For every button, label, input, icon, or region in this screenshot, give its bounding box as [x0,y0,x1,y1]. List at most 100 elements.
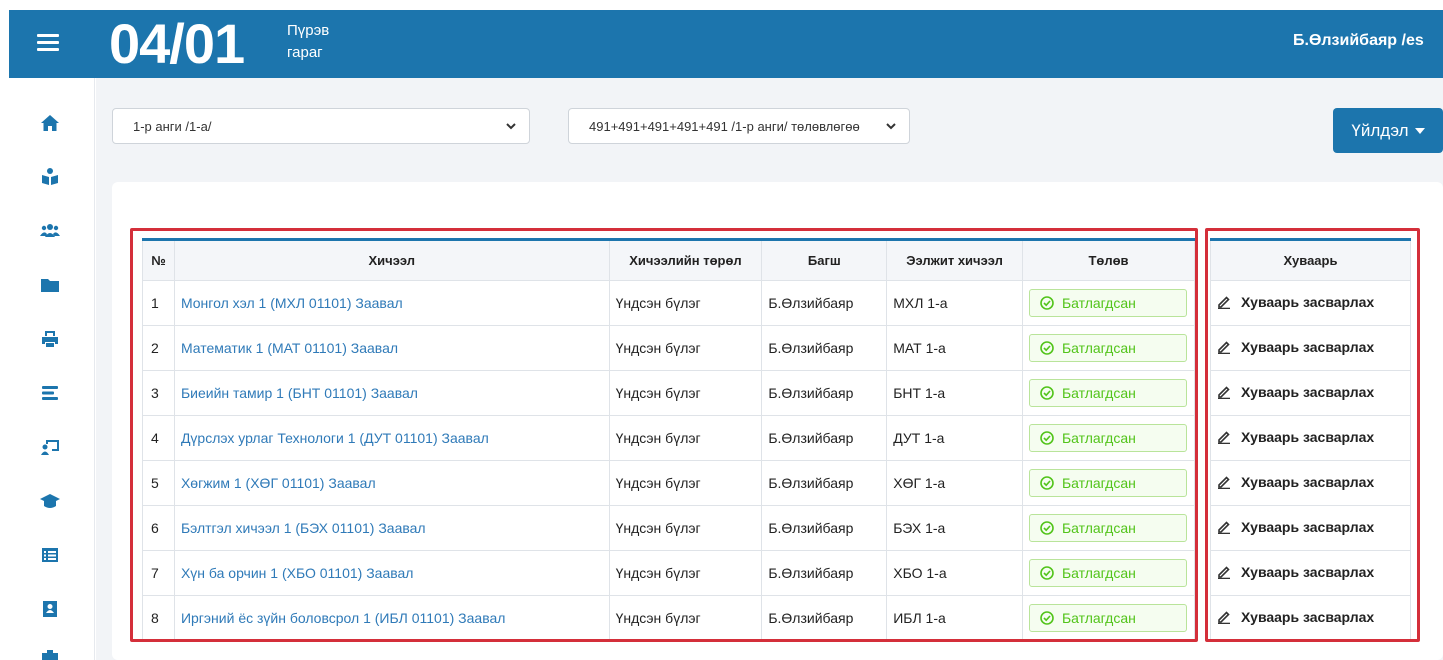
teacher-name: Б.Өлзийбаяр [761,415,888,461]
edit-schedule-cell: Хуваарь засварлах [1210,370,1411,416]
teacher-icon[interactable] [39,166,61,188]
user-name[interactable]: Б.Өлзийбаяр /es [1293,32,1443,50]
alt-lesson: ДУТ 1-а [886,415,1023,461]
edit-schedule-link[interactable]: Хуваарь засварлах [1217,519,1374,535]
actions-dropdown-button[interactable]: Үйлдэл [1333,108,1443,153]
edit-schedule-label: Хуваарь засварлах [1241,609,1375,625]
actions-label: Үйлдэл [1351,120,1409,140]
status-label: Батлагдсан [1061,430,1136,446]
plan-select[interactable]: 491+491+491+491+491 /1-р анги/ төлөвлөгө… [568,108,910,144]
pencil-icon [1217,520,1231,534]
lesson-type: Үндсэн бүлэг [608,460,763,506]
current-date: 04/01 [109,12,245,75]
header-alt-lesson[interactable]: Ээлжит хичээл [886,238,1023,281]
edit-schedule-cell: Хуваарь засварлах [1210,505,1411,551]
edit-schedule-link[interactable]: Хуваарь засварлах [1217,564,1374,580]
row-num: 7 [142,550,175,596]
weekday: Пүрэв гараг [287,20,367,64]
lesson-link[interactable]: Бэлтгэл хичээл 1 (БЭХ 01101) Заавал [173,505,610,551]
teacher-name: Б.Өлзийбаяр [761,550,888,596]
chevron-down-icon [505,120,517,132]
row-num: 2 [142,325,175,371]
table-list-icon[interactable] [39,544,61,566]
menu-icon[interactable] [37,34,59,52]
table-row: Хуваарь засварлах [1210,595,1411,641]
lesson-link[interactable]: Хүн ба орчин 1 (ХБО 01101) Заавал [173,550,610,596]
table-row: Хуваарь засварлах [1210,460,1411,506]
alt-lesson: МАТ 1-а [886,325,1023,371]
check-circle-icon [1040,611,1054,625]
edit-schedule-link[interactable]: Хуваарь засварлах [1217,429,1374,445]
lesson-type: Үндсэн бүлэг [608,370,763,416]
teacher-name: Б.Өлзийбаяр [761,280,888,326]
teacher-name: Б.Өлзийбаяр [761,370,888,416]
contact-book-icon[interactable] [39,598,61,620]
edit-schedule-label: Хуваарь засварлах [1241,429,1375,445]
print-icon[interactable] [39,328,61,350]
table-header-row: Хуваарь [1210,238,1411,281]
status-badge: Батлагдсан [1028,514,1187,542]
table-row: 2 Математик 1 (МАТ 01101) Заавал Үндсэн бү… [142,325,1196,371]
status-cell: Батлагдсан [1021,550,1196,596]
table-row: 8 Иргэний ёс зүйн боловсрол 1 (ИБЛ 01101)… [142,595,1196,641]
check-circle-icon [1040,386,1054,400]
status-cell: Батлагдсан [1021,505,1196,551]
pencil-icon [1217,385,1231,399]
edit-schedule-link[interactable]: Хуваарь засварлах [1217,339,1374,355]
lesson-link[interactable]: Монгол хэл 1 (МХЛ 01101) Заавал [173,280,610,326]
pencil-icon [1217,610,1231,624]
edit-schedule-link[interactable]: Хуваарь засварлах [1217,294,1374,310]
table-row: 3 Биеийн тамир 1 (БНТ 01101) Заавал Үндсэн… [142,370,1196,416]
header-type[interactable]: Хичээлийн төрөл [608,238,763,281]
schedule-table: Хуваарь Хуваарь засварлах Хуваарь засварл… [1210,238,1411,641]
table-row: Хуваарь засварлах [1210,415,1411,461]
header-lesson[interactable]: Хичээл [173,238,610,281]
folder-icon[interactable] [39,274,61,296]
header-teacher[interactable]: Багш [761,238,888,281]
pencil-icon [1217,295,1231,309]
pencil-icon [1217,340,1231,354]
status-label: Батлагдсан [1061,520,1136,536]
graduation-cap-icon[interactable] [39,490,61,512]
teacher-name: Б.Өлзийбаяр [761,325,888,371]
status-badge: Батлагдсан [1028,334,1187,362]
classroom-icon[interactable] [39,436,61,458]
chevron-down-icon [885,120,897,132]
home-icon[interactable] [39,112,61,134]
header-status[interactable]: Төлөв [1021,238,1196,281]
top-bar: 04/01 Пүрэв гараг Б.Өлзийбаяр /es [9,10,1443,78]
lesson-link[interactable]: Хөгжим 1 (ХӨГ 01101) Заавал [173,460,610,506]
caret-down-icon [1414,127,1425,134]
lesson-link[interactable]: Биеийн тамир 1 (БНТ 01101) Заавал [173,370,610,416]
header-num: № [142,238,175,281]
table-row: 7 Хүн ба орчин 1 (ХБО 01101) Заавал Үндсэн… [142,550,1196,596]
teacher-name: Б.Өлзийбаяр [761,460,888,506]
edit-schedule-link[interactable]: Хуваарь засварлах [1217,474,1374,490]
edit-schedule-label: Хуваарь засварлах [1241,519,1375,535]
lesson-link[interactable]: Дүрслэх урлаг Технологи 1 (ДУТ 01101) За… [173,415,610,461]
edit-schedule-cell: Хуваарь засварлах [1210,325,1411,371]
check-circle-icon [1040,341,1054,355]
pencil-icon [1217,430,1231,444]
sidebar [9,78,95,660]
status-label: Батлагдсан [1061,565,1136,581]
edit-schedule-link[interactable]: Хуваарь засварлах [1217,384,1374,400]
status-cell: Батлагдсан [1021,370,1196,416]
edit-schedule-label: Хуваарь засварлах [1241,294,1375,310]
status-cell: Батлагдсан [1021,460,1196,506]
class-select[interactable]: 1-р анги /1-а/ [112,108,530,144]
table-row: 5 Хөгжим 1 (ХӨГ 01101) Заавал Үндсэн бүлэг… [142,460,1196,506]
list-icon[interactable] [39,382,61,404]
users-icon[interactable] [39,220,61,242]
teacher-name: Б.Өлзийбаяр [761,595,888,641]
edit-schedule-cell: Хуваарь засварлах [1210,415,1411,461]
briefcase-icon[interactable] [39,646,61,660]
status-badge: Батлагдсан [1028,604,1187,632]
lesson-type: Үндсэн бүлэг [608,595,763,641]
edit-schedule-link[interactable]: Хуваарь засварлах [1217,609,1374,625]
row-num: 1 [142,280,175,326]
lesson-link[interactable]: Математик 1 (МАТ 01101) Заавал [173,325,610,371]
lesson-link[interactable]: Иргэний ёс зүйн боловсрол 1 (ИБЛ 01101) … [173,595,610,641]
class-select-value: 1-р анги /1-а/ [133,118,212,134]
row-num: 4 [142,415,175,461]
